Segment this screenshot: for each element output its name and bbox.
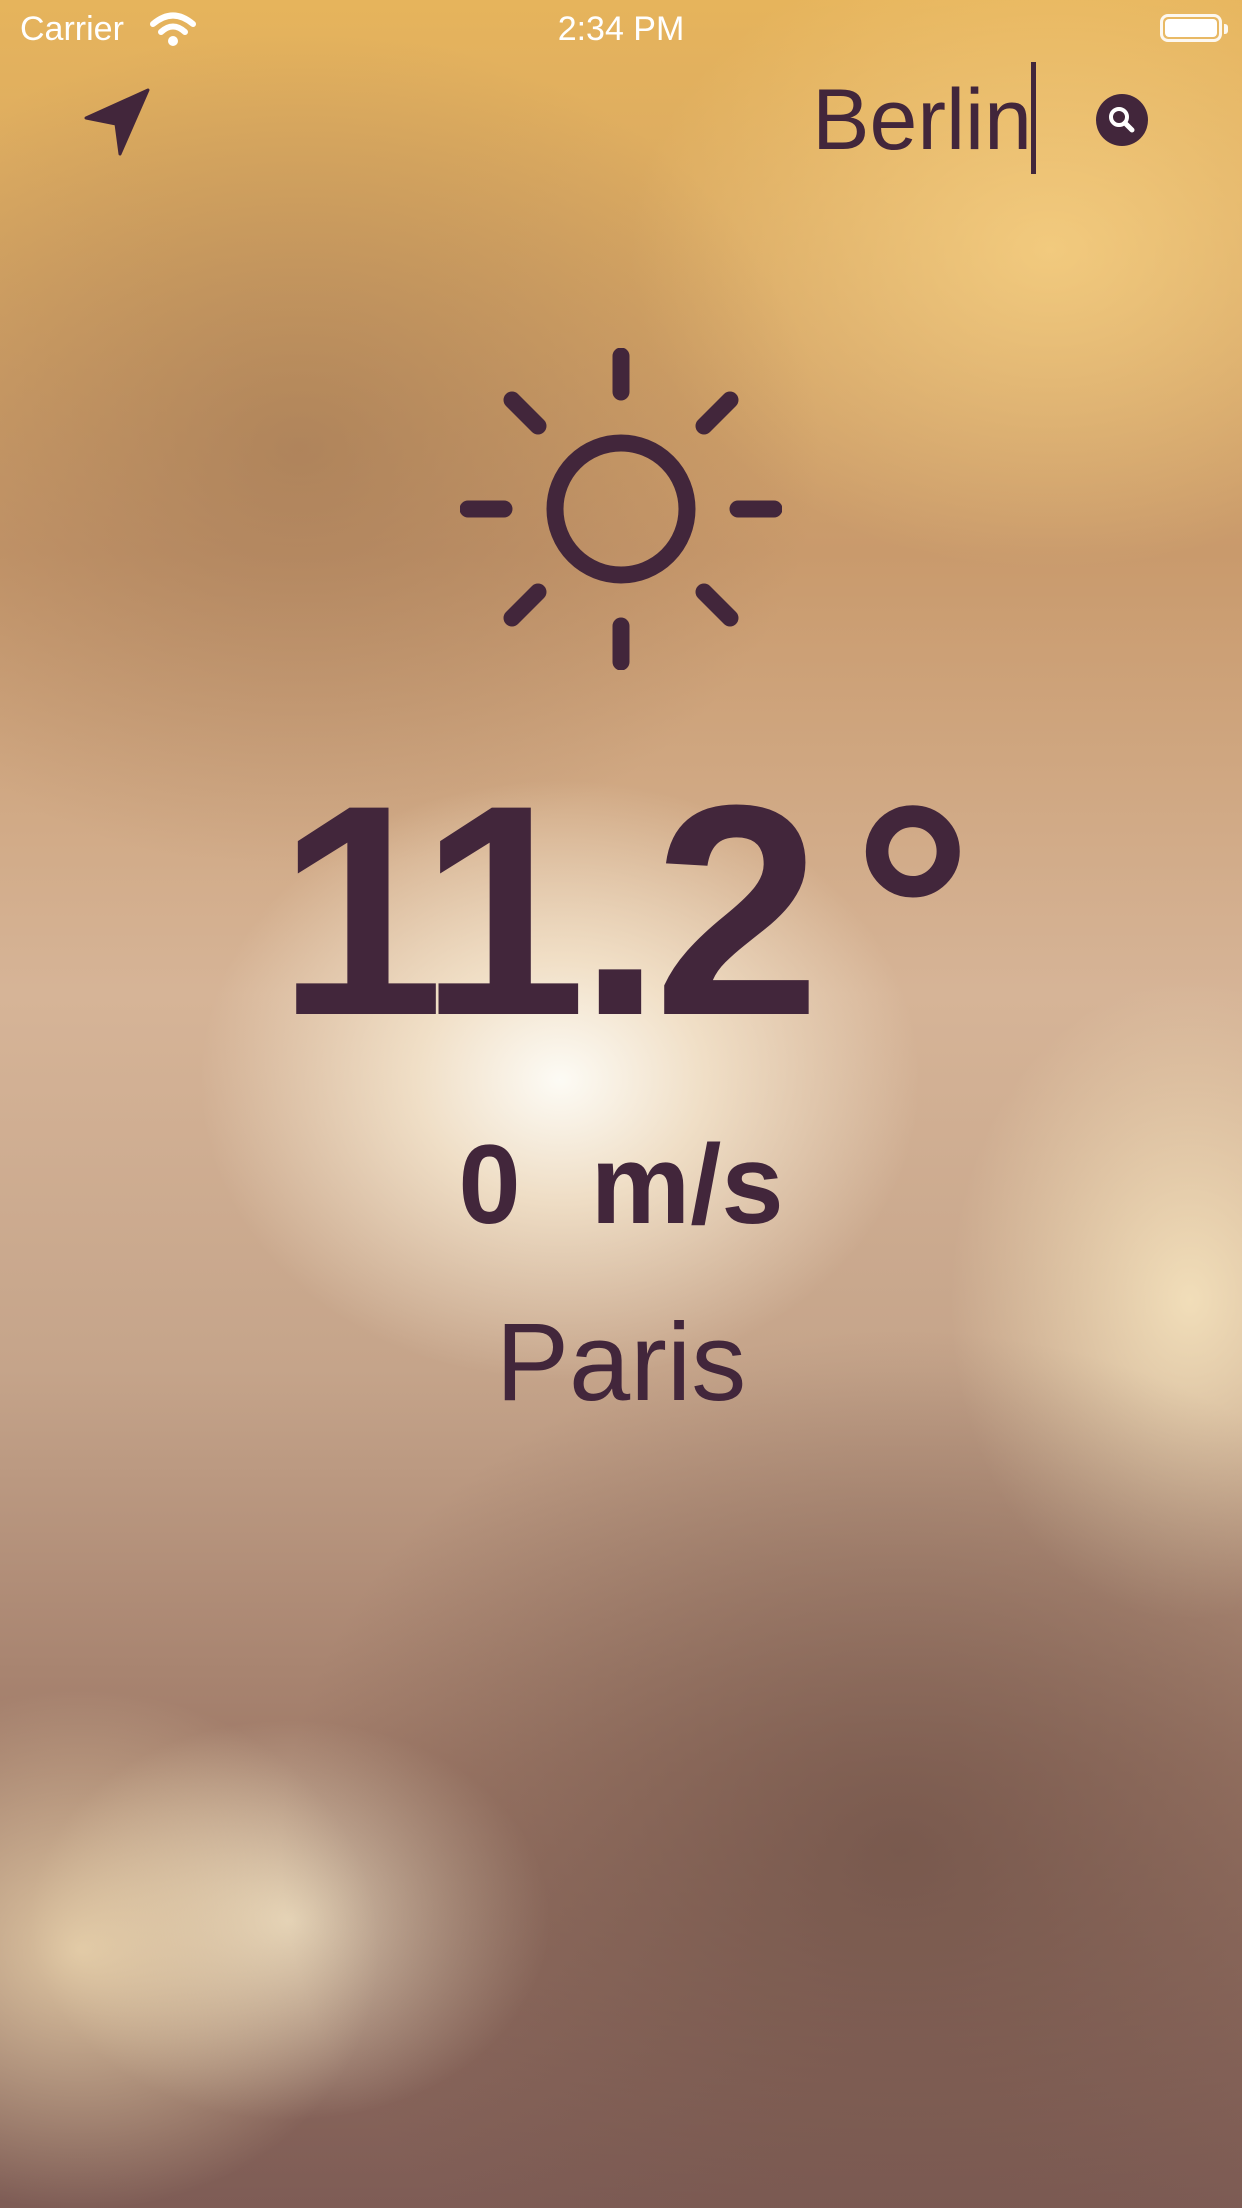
wind-unit: m/s: [590, 1122, 784, 1247]
city-name: Paris: [495, 1301, 747, 1424]
search-input-value: Berlin: [812, 72, 1032, 168]
search-button[interactable]: [1096, 94, 1148, 146]
text-caret: [1031, 62, 1036, 174]
battery-icon: [1160, 14, 1228, 42]
temperature-display: 11.2 °: [0, 740, 1242, 1080]
wind-speed-value: 0: [458, 1122, 521, 1247]
status-bar: Carrier 2:34 PM: [0, 0, 1242, 62]
degree-symbol: °: [852, 742, 973, 1078]
sky-background: [0, 0, 1242, 2208]
search-icon: [1109, 107, 1135, 133]
wind-display: 0 m/s: [0, 1120, 1242, 1250]
temperature-value: 11.2: [277, 742, 820, 1078]
search-input[interactable]: Berlin: [420, 62, 1036, 178]
sun-icon: [460, 348, 782, 670]
location-arrow-icon[interactable]: [84, 88, 152, 156]
clock: 2:34 PM: [557, 10, 685, 48]
